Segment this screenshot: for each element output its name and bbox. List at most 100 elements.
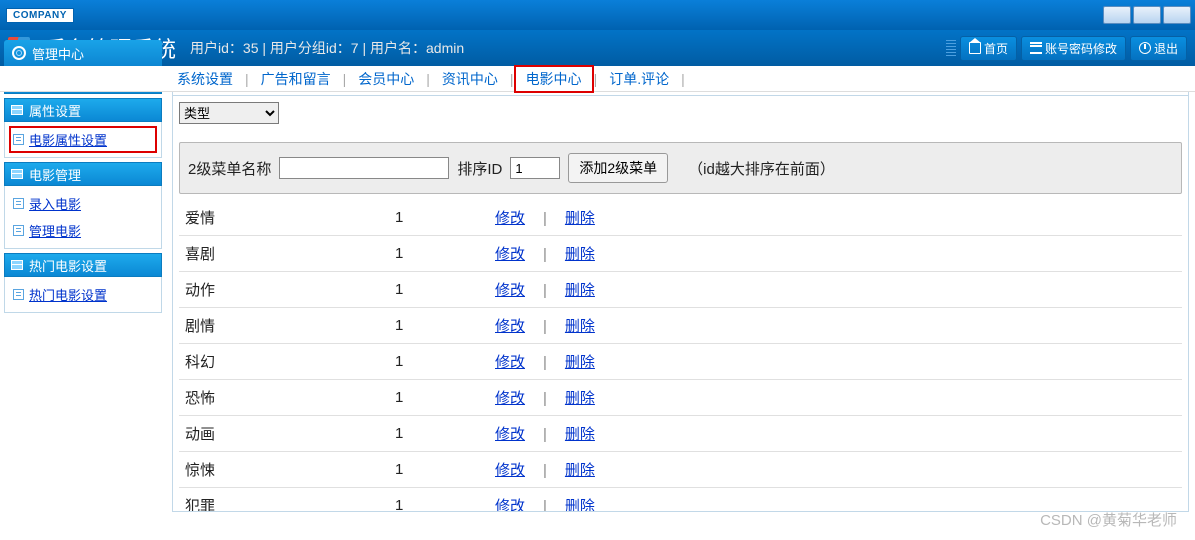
- home-icon: [969, 42, 981, 54]
- edit-link[interactable]: 修改: [495, 318, 525, 335]
- delete-link[interactable]: 删除: [565, 462, 595, 479]
- section-label: 属性设置: [29, 101, 81, 120]
- sort-input[interactable]: [510, 157, 560, 179]
- sidebar-link-label: 电影属性设置: [29, 130, 107, 149]
- add-button[interactable]: 添加2级菜单: [568, 153, 668, 183]
- delete-link[interactable]: 删除: [565, 390, 595, 407]
- cell-sort: 1: [395, 209, 495, 226]
- sidebar-link-group: 录入电影管理电影: [4, 186, 162, 249]
- cell-name: 惊悚: [185, 459, 395, 480]
- section-icon: [11, 105, 23, 115]
- type-select[interactable]: 类型: [179, 102, 279, 124]
- table-row: 爱情1修改 | 删除: [179, 200, 1182, 236]
- menu-separator: |: [681, 71, 685, 87]
- sidebar-header-label: 管理中心: [32, 44, 84, 63]
- cell-sort: 1: [395, 425, 495, 442]
- cell-sort: 1: [395, 497, 495, 512]
- cell-sort: 1: [395, 317, 495, 334]
- window-maximize-button[interactable]: [1133, 6, 1161, 24]
- delete-link[interactable]: 删除: [565, 210, 595, 227]
- table-row: 剧情1修改|删除: [179, 308, 1182, 344]
- edit-link[interactable]: 修改: [495, 354, 525, 371]
- delete-link[interactable]: 删除: [565, 426, 595, 443]
- user-info: 用户id：35 | 用户分组id：7 | 用户名：admin: [190, 38, 464, 58]
- cell-sort: 1: [395, 389, 495, 406]
- delete-link[interactable]: 删除: [565, 282, 595, 299]
- home-button[interactable]: 首页: [960, 36, 1017, 61]
- sidebar-section-title[interactable]: 热门电影设置: [4, 253, 162, 277]
- separator: |: [543, 390, 547, 407]
- document-icon: [13, 134, 24, 145]
- sidebar-link-wrap: 电影属性设置: [9, 126, 157, 153]
- top-menu-item[interactable]: 系统设置: [165, 69, 245, 89]
- window-close-button[interactable]: [1163, 6, 1191, 24]
- cell-actions: 修改|删除: [495, 279, 595, 300]
- edit-link[interactable]: 修改: [495, 246, 525, 263]
- logout-button[interactable]: 退出: [1130, 36, 1187, 61]
- home-label: 首页: [984, 40, 1008, 57]
- table-row: 动作1修改|删除: [179, 272, 1182, 308]
- document-icon: [13, 289, 24, 300]
- delete-link[interactable]: 删除: [565, 246, 595, 263]
- edit-link[interactable]: 修改: [495, 210, 525, 227]
- top-menu-item[interactable]: 会员中心: [346, 69, 426, 89]
- watermark: CSDN @黄菊华老师: [1040, 509, 1177, 530]
- document-icon: [13, 198, 24, 209]
- table-row: 动画1修改|删除: [179, 416, 1182, 452]
- window-minimize-button[interactable]: [1103, 6, 1131, 24]
- cell-name: 恐怖: [185, 387, 395, 408]
- section-label: 电影管理: [29, 165, 81, 184]
- separator: |: [543, 498, 547, 512]
- cell-actions: 修改 | 删除: [495, 423, 595, 444]
- edit-link[interactable]: 修改: [495, 462, 525, 479]
- cell-actions: 修改 | 删除: [495, 495, 595, 512]
- delete-link[interactable]: 删除: [565, 318, 595, 335]
- account-button[interactable]: 账号密码修改: [1021, 36, 1126, 61]
- grip-icon: [946, 40, 956, 56]
- cell-actions: 修改|删除: [495, 315, 595, 336]
- sidebar-section-title[interactable]: 属性设置: [4, 98, 162, 122]
- sidebar-section-title[interactable]: 电影管理: [4, 162, 162, 186]
- document-icon: [13, 225, 24, 236]
- name-input[interactable]: [279, 157, 449, 179]
- delete-link[interactable]: 删除: [565, 354, 595, 371]
- cell-actions: 修改 | 删除: [495, 459, 595, 480]
- top-menu-item[interactable]: 广告和留言: [249, 69, 343, 89]
- cell-name: 犯罪: [185, 495, 395, 512]
- top-menu-item[interactable]: 订单.评论: [597, 69, 681, 89]
- sidebar-link-group: 热门电影设置: [4, 277, 162, 313]
- sidebar-link-label: 热门电影设置: [29, 285, 107, 304]
- top-menu-item[interactable]: 电影中心: [514, 65, 594, 93]
- edit-link[interactable]: 修改: [495, 282, 525, 299]
- table-row: 犯罪1修改 | 删除: [179, 488, 1182, 512]
- sidebar-header: 管理中心: [4, 40, 162, 66]
- section-icon: [11, 169, 23, 179]
- sidebar-link[interactable]: 录入电影: [13, 194, 153, 213]
- cell-name: 爱情: [185, 207, 395, 228]
- list-icon: [1030, 42, 1042, 54]
- delete-link[interactable]: 删除: [565, 498, 595, 512]
- separator: |: [543, 462, 547, 479]
- cell-name: 剧情: [185, 315, 395, 336]
- edit-link[interactable]: 修改: [495, 426, 525, 443]
- sidebar-link[interactable]: 管理电影: [13, 221, 153, 240]
- edit-link[interactable]: 修改: [495, 498, 525, 512]
- cell-sort: 1: [395, 353, 495, 370]
- edit-link[interactable]: 修改: [495, 390, 525, 407]
- sidebar-link[interactable]: 电影属性设置: [13, 130, 153, 149]
- sidebar-link[interactable]: 热门电影设置: [13, 285, 153, 304]
- window-title-bar: COMPANY: [0, 0, 1195, 30]
- cell-actions: 修改 | 删除: [495, 387, 595, 408]
- data-rows: 爱情1修改|删除喜剧1修改|删除动作1修改|删除剧情1修改|删除科幻1修改|删除…: [179, 200, 1182, 512]
- cell-name: 科幻: [185, 351, 395, 372]
- main-layout: 管理中心 电影中心 属性设置电影属性设置电影管理录入电影管理电影热门电影设置热门…: [0, 66, 1195, 514]
- top-menu-item[interactable]: 资讯中心: [430, 69, 510, 89]
- cell-name: 动作: [185, 279, 395, 300]
- separator: |: [543, 210, 547, 227]
- table-row: 科幻1修改|删除: [179, 344, 1182, 380]
- separator: |: [543, 426, 547, 443]
- sidebar-link-label: 管理电影: [29, 221, 81, 240]
- add-form: 2级菜单名称 排序ID 添加2级菜单 （id越大排序在前面）: [179, 142, 1182, 194]
- table-row: 恐怖1修改 | 删除: [179, 380, 1182, 416]
- sidebar-link-wrap: 热门电影设置: [9, 281, 157, 308]
